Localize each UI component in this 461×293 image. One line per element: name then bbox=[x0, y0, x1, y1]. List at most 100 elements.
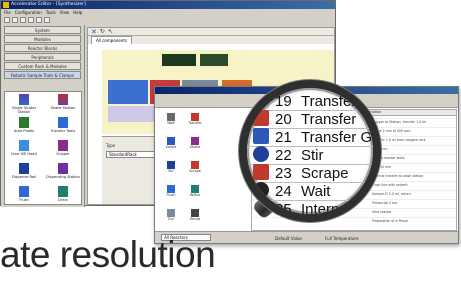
step-palette-item[interactable]: Vortex bbox=[160, 137, 182, 151]
stage: Accelerator Editor - [Synthesizer] File … bbox=[0, 0, 461, 293]
menu-tools[interactable]: Tools bbox=[46, 9, 56, 16]
step-palette-label: Stir bbox=[168, 169, 174, 173]
tool-drain[interactable]: Drain bbox=[45, 186, 81, 208]
step-palette-item[interactable]: Scrape bbox=[184, 161, 206, 175]
plates-icon bbox=[19, 117, 29, 128]
tool-dual-ise-head[interactable]: Dual ISE Head bbox=[6, 140, 42, 162]
caption-text: ate resolution bbox=[0, 234, 216, 275]
tool-palette: Single Shaker Station Shake Station Auto… bbox=[4, 91, 82, 205]
flush-icon bbox=[19, 186, 29, 197]
rack-module[interactable] bbox=[200, 54, 228, 66]
stir-icon bbox=[253, 146, 269, 162]
sidebar-system-button[interactable]: System bbox=[4, 26, 81, 34]
tool-transfer-tools[interactable]: Transfer Tools bbox=[45, 117, 81, 139]
step-icon bbox=[167, 113, 175, 121]
editor-menu-bar: File Configuration Tools View Help bbox=[1, 9, 335, 16]
grid-row-text[interactable]: Gripper to Station, transfer 1.0 ml bbox=[372, 120, 426, 124]
step-icon bbox=[191, 209, 199, 217]
menu-view[interactable]: View bbox=[60, 9, 70, 16]
reactor-block[interactable] bbox=[108, 80, 148, 104]
grid-row-text[interactable]: Sample-Fl 2.0 ml, return bbox=[372, 192, 411, 196]
tool-dispensing-station[interactable]: Dispensing Station bbox=[45, 163, 81, 185]
step-palette-item[interactable]: Recap bbox=[184, 209, 206, 223]
step-palette-item[interactable]: Flush bbox=[160, 185, 182, 199]
tool-label: Dual ISE Head bbox=[11, 152, 37, 156]
step-palette: Wait Transfer Vortex Shake Stir Scrape Flush Re… bbox=[160, 111, 208, 231]
cut-icon[interactable] bbox=[36, 17, 42, 23]
transfer-gripper-icon bbox=[253, 128, 269, 144]
tool-single-shaker[interactable]: Single Shaker Station bbox=[6, 94, 42, 116]
tool-label: Single Shaker Station bbox=[11, 106, 37, 114]
internal-icon bbox=[253, 200, 269, 214]
magnifier-lens: 19 Transfer 20 Transfer 21 Transfer G 22 Stir 23… bbox=[239, 80, 381, 222]
step-palette-label: Recap bbox=[189, 217, 201, 221]
grid-row-text[interactable]: Vent reactor bbox=[372, 210, 392, 214]
full-temperature-checkbox[interactable]: Full Temperature bbox=[325, 236, 358, 241]
sidebar-peripherals-button[interactable]: Peripherals bbox=[4, 53, 81, 61]
step-palette-item[interactable]: Stir bbox=[160, 161, 182, 175]
editor-title-bar: Accelerator Editor - [Synthesizer] bbox=[1, 1, 335, 9]
tool-label: Transfer Tools bbox=[50, 129, 76, 133]
step-palette-item[interactable]: Transfer bbox=[184, 113, 206, 127]
save-file-icon[interactable] bbox=[20, 17, 26, 23]
default-value-checkbox[interactable]: Default Value bbox=[275, 236, 302, 241]
grid-row-text[interactable]: Internal transfer to wash station bbox=[372, 174, 423, 178]
tab-all-components[interactable]: All components bbox=[91, 36, 132, 44]
tool-label: Dispensing Station bbox=[46, 175, 80, 179]
canvas-tabs: All components bbox=[88, 36, 334, 44]
step-palette-label: Dry bbox=[167, 217, 174, 221]
step-palette-item[interactable]: Wait bbox=[160, 113, 182, 127]
canvas-toolbar: ✕ ↻ ↖ bbox=[88, 28, 334, 36]
tool-label: Flush bbox=[19, 198, 29, 202]
menu-configuration[interactable]: Configuration bbox=[15, 9, 42, 16]
step-icon bbox=[191, 185, 199, 193]
step-icon bbox=[191, 161, 199, 169]
menu-file[interactable]: File bbox=[4, 9, 11, 16]
tool-auto-plates[interactable]: Auto Plates bbox=[6, 117, 42, 139]
rack-module[interactable] bbox=[162, 54, 196, 66]
wait-icon bbox=[253, 182, 269, 198]
print-icon[interactable] bbox=[28, 17, 34, 23]
component-sidebar: System Modules Reactor Blocks Peripheral… bbox=[1, 25, 85, 207]
sidebar-reactor-blocks-button[interactable]: Reactor Blocks bbox=[4, 44, 81, 52]
sidebar-modules-button[interactable]: Modules bbox=[4, 35, 81, 43]
step-palette-item[interactable]: Dry bbox=[160, 209, 182, 223]
tool-shake-station[interactable]: Shake Station bbox=[45, 94, 81, 116]
new-file-icon[interactable] bbox=[4, 17, 10, 23]
grid-row-text[interactable]: Flush line with solvent bbox=[372, 183, 408, 187]
shake-station-icon bbox=[58, 94, 68, 105]
grid-row-text[interactable]: Preparation of a Phase bbox=[372, 219, 408, 223]
dispensing-station-icon bbox=[58, 163, 68, 174]
tool-flush[interactable]: Flush bbox=[6, 186, 42, 208]
dispense-rail-icon bbox=[19, 163, 29, 174]
step-icon bbox=[167, 185, 175, 193]
step-palette-item[interactable]: Shake bbox=[184, 137, 206, 151]
transfer-icon bbox=[253, 110, 269, 126]
pointer-icon[interactable]: ↖ bbox=[108, 28, 113, 36]
rotate-icon[interactable]: ↻ bbox=[100, 28, 105, 36]
step-palette-label: Transfer bbox=[188, 121, 202, 125]
menu-help[interactable]: Help bbox=[73, 9, 82, 16]
step-palette-item[interactable]: Reflux bbox=[184, 185, 206, 199]
copy-icon[interactable] bbox=[44, 17, 50, 23]
grid-row-divider bbox=[252, 217, 456, 218]
tool-dispense-rail[interactable]: Dispense Rail bbox=[6, 163, 42, 185]
editor-toolbar bbox=[1, 16, 335, 24]
type-label: Type bbox=[106, 143, 116, 148]
tool-label: Dispense Rail bbox=[11, 175, 37, 179]
sidebar-custom-rack-button[interactable]: Custom Rack & Modules bbox=[4, 62, 81, 70]
grid-row-text[interactable]: Pressurize 2 bar bbox=[372, 201, 398, 205]
step-icon bbox=[191, 113, 199, 121]
transfer-icon bbox=[253, 92, 269, 108]
tool-label: Gripper bbox=[56, 152, 70, 156]
step-palette-label: Vortex bbox=[165, 145, 177, 149]
open-file-icon[interactable] bbox=[12, 17, 18, 23]
app-icon bbox=[3, 2, 9, 8]
sidebar-robotic-tools-button[interactable]: Robotic Sample Tools & Clamps bbox=[4, 71, 81, 79]
tool-label: Shake Station bbox=[50, 106, 76, 110]
scrape-icon bbox=[253, 164, 269, 180]
step-palette-label: Shake bbox=[189, 145, 201, 149]
step-icon bbox=[167, 209, 175, 217]
tool-gripper[interactable]: Gripper bbox=[45, 140, 81, 162]
close-icon[interactable]: ✕ bbox=[91, 28, 97, 36]
